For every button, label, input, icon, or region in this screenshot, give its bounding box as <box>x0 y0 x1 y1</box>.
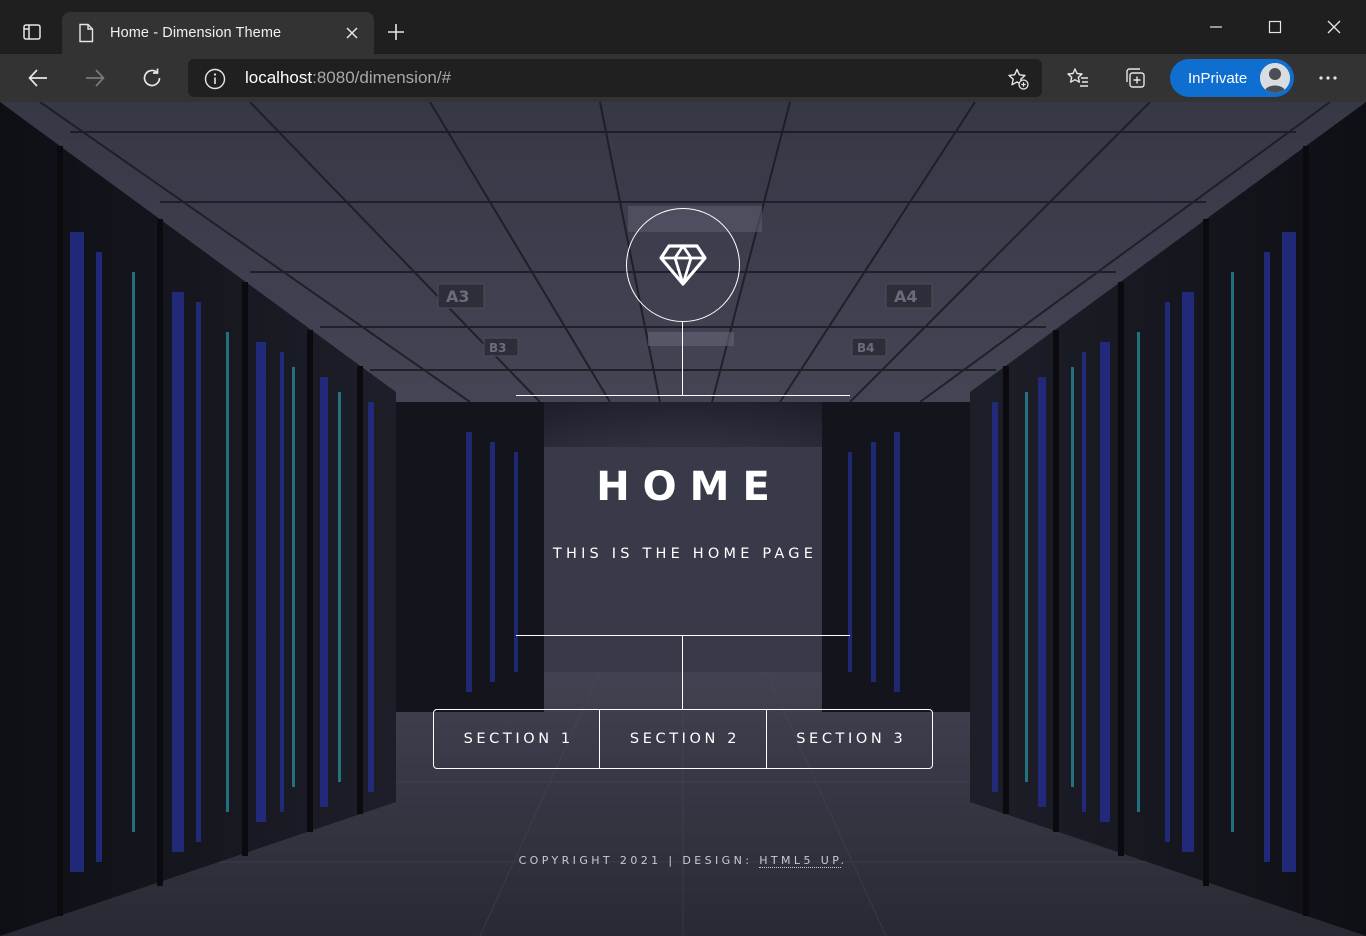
site-info-button[interactable] <box>204 68 226 90</box>
close-icon <box>1327 20 1341 34</box>
logo <box>626 208 740 322</box>
section-nav: SECTION 1 SECTION 2 SECTION 3 <box>433 709 933 769</box>
info-icon <box>204 68 226 90</box>
url-host: localhost <box>245 68 313 87</box>
forward-arrow-icon <box>86 69 105 87</box>
copyright-text: COPYRIGHT 2021 | DESIGN: <box>518 854 760 867</box>
nav-section-1[interactable]: SECTION 1 <box>434 710 599 768</box>
settings-menu-button[interactable] <box>1311 61 1345 95</box>
nav-section-3[interactable]: SECTION 3 <box>765 710 932 768</box>
browser-titlebar: Home - Dimension Theme <box>0 0 1366 54</box>
inprivate-profile-button[interactable]: InPrivate <box>1170 59 1294 97</box>
refresh-button[interactable] <box>134 60 170 96</box>
connector-line <box>682 322 683 395</box>
minimize-button[interactable] <box>1193 10 1239 44</box>
design-credit-link[interactable]: HTML5 UP <box>759 854 841 868</box>
maximize-button[interactable] <box>1252 10 1298 44</box>
close-window-button[interactable] <box>1311 10 1357 44</box>
forward-button[interactable] <box>77 60 113 96</box>
collections-icon <box>1126 68 1145 88</box>
address-bar[interactable]: localhost:8080/dimension/# <box>188 59 1042 97</box>
page-header: HOME THIS IS THE HOME PAGE SECTION 1 SEC… <box>0 102 1366 936</box>
tab-actions-icon <box>23 24 41 40</box>
avatar <box>1260 63 1290 93</box>
connector-line <box>682 635 683 709</box>
back-button[interactable] <box>20 60 56 96</box>
favorites-button[interactable] <box>1061 61 1095 95</box>
close-tab-button[interactable] <box>342 23 362 43</box>
page-icon <box>78 23 96 43</box>
page-title: HOME <box>596 464 783 510</box>
maximize-icon <box>1268 20 1282 34</box>
more-icon <box>1319 76 1337 80</box>
star-plus-icon <box>1008 68 1029 90</box>
new-tab-button[interactable] <box>382 18 410 46</box>
favorites-icon <box>1067 68 1088 87</box>
plus-icon <box>388 24 404 40</box>
divider-bottom <box>516 635 850 636</box>
divider-top <box>516 395 850 396</box>
url-path: :8080/dimension/# <box>312 68 452 87</box>
browser-toolbar: localhost:8080/dimension/# InPrivate <box>0 54 1366 102</box>
url-text[interactable]: localhost:8080/dimension/# <box>245 68 451 88</box>
inprivate-label: InPrivate <box>1188 69 1248 87</box>
diamond-icon <box>659 244 707 286</box>
nav-section-2[interactable]: SECTION 2 <box>599 710 765 768</box>
browser-tab[interactable]: Home - Dimension Theme <box>62 12 374 54</box>
minimize-icon <box>1210 26 1222 28</box>
page-subtitle: THIS IS THE HOME PAGE <box>552 546 818 562</box>
add-favorite-button[interactable] <box>1006 67 1030 91</box>
tab-actions-button[interactable] <box>14 14 50 50</box>
close-icon <box>346 27 358 39</box>
footer-period: . <box>840 854 848 867</box>
collections-button[interactable] <box>1118 61 1152 95</box>
page-viewport: A3 A4 B3 B4 HOME THIS IS THE HOME PAGE S… <box>0 102 1366 936</box>
back-arrow-icon <box>28 69 47 87</box>
tab-title: Home - Dimension Theme <box>110 25 282 41</box>
footer: COPYRIGHT 2021 | DESIGN: HTML5 UP. <box>383 854 983 868</box>
refresh-icon <box>143 68 161 87</box>
